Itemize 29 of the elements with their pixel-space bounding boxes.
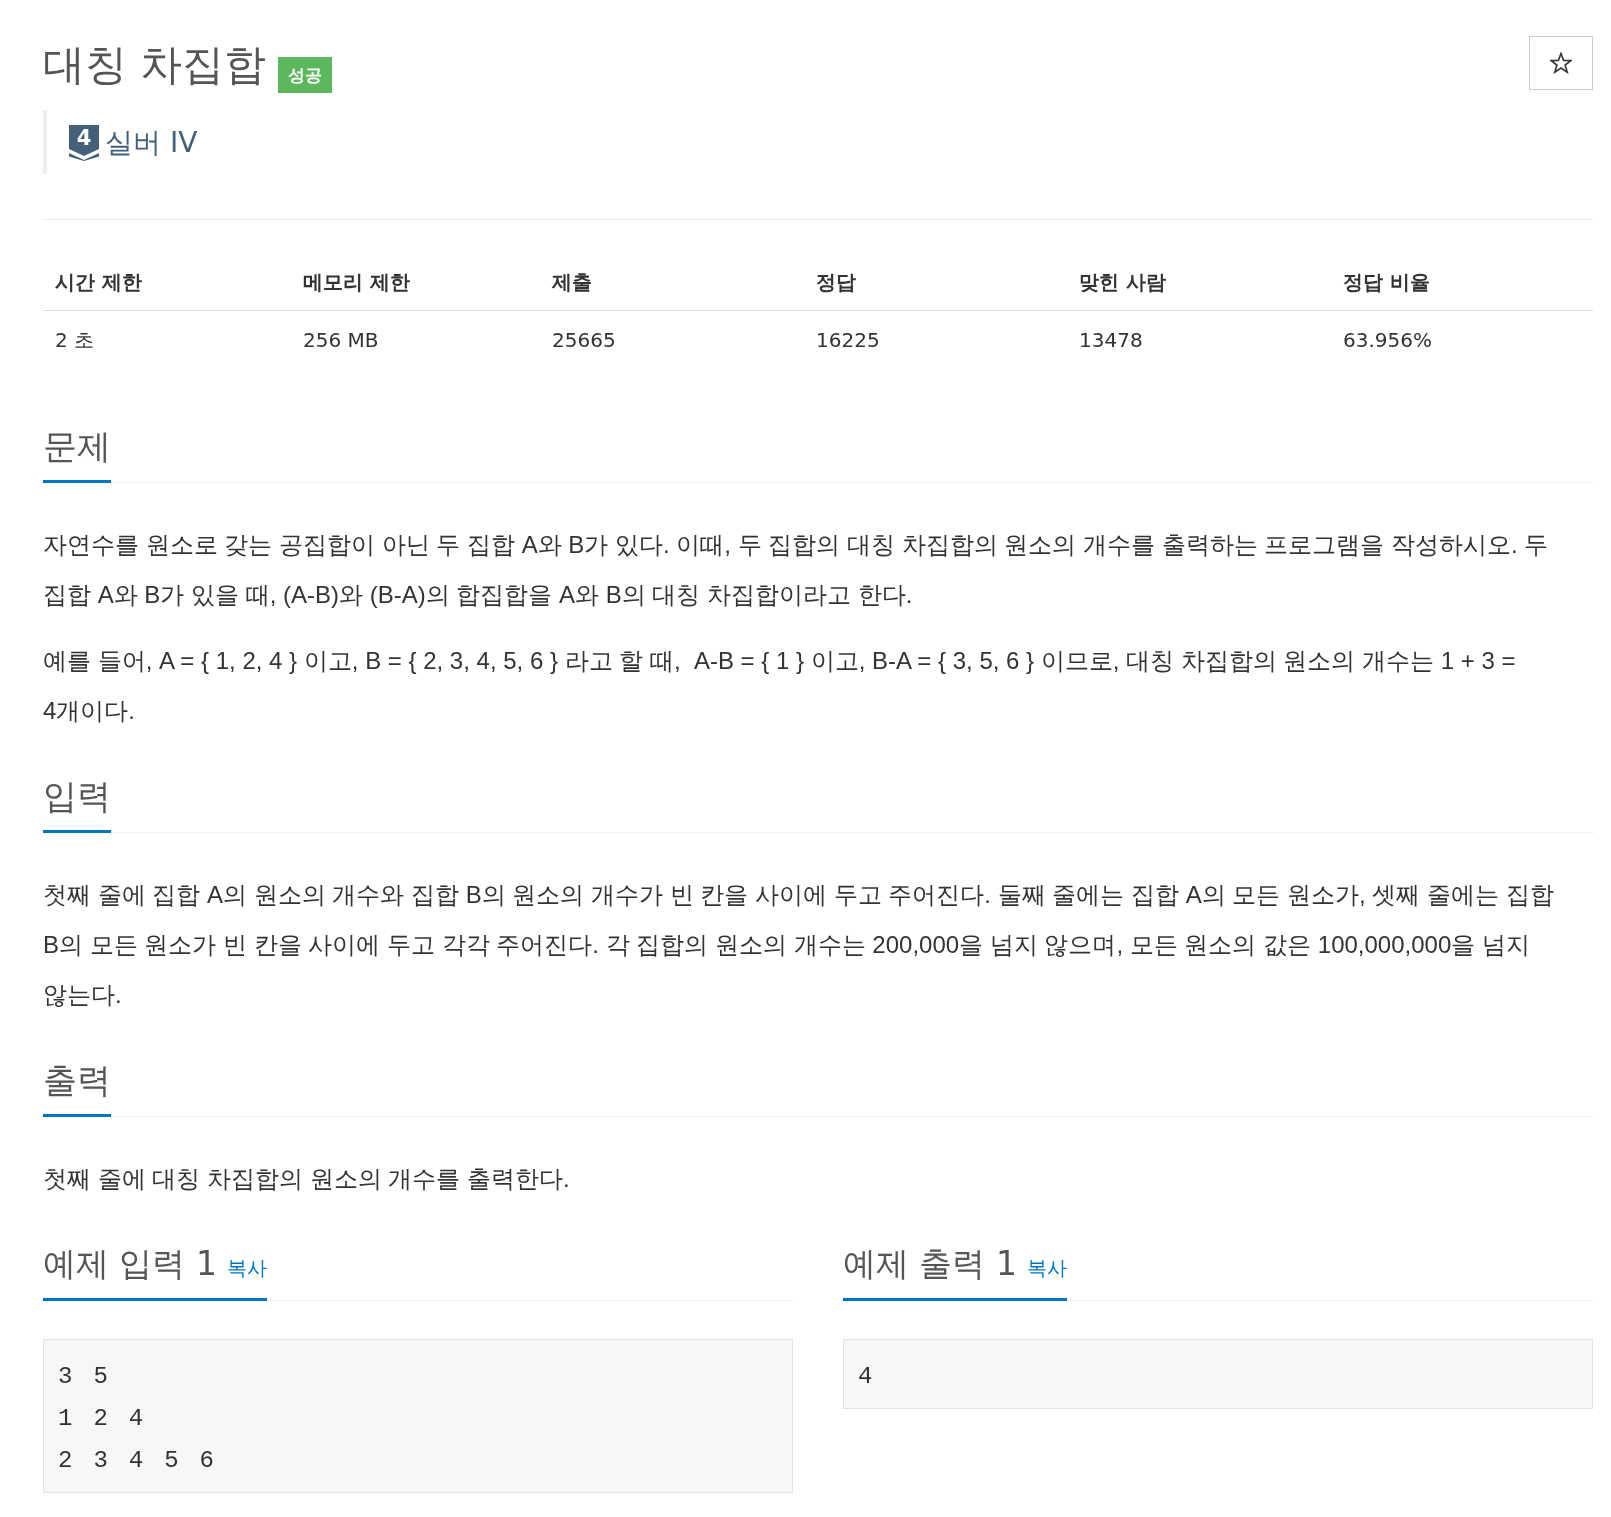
- copy-link[interactable]: 복사: [1027, 1255, 1067, 1282]
- table-header-cell: 메모리 제한: [291, 261, 540, 311]
- section-title: 출력: [43, 1060, 111, 1100]
- favorite-button[interactable]: [1529, 36, 1593, 90]
- result-badge: 성공: [278, 57, 333, 93]
- table-cell-text: 25665: [551, 327, 617, 354]
- sample-title: 예제 출력 1: [843, 1244, 1017, 1284]
- table-header-cell: 시간 제한: [43, 261, 291, 311]
- problem-title: 대칭 차집합: [43, 39, 267, 91]
- sample-code-block: 4: [843, 1339, 1593, 1409]
- table-cell-text: 256 MB: [302, 327, 380, 354]
- tier-label: 실버 IV: [105, 125, 198, 161]
- table-header-cell: 정답: [804, 261, 1067, 311]
- section-title: 입력: [43, 776, 111, 816]
- table-header-cell: 맞힌 사람: [1067, 261, 1331, 311]
- table-cell-text: 16225: [815, 327, 881, 354]
- section-title: 문제: [43, 426, 111, 466]
- table-header-cell: 제출: [540, 261, 804, 311]
- table-header-cell: 정답 비율: [1331, 261, 1593, 311]
- section-paragraph: 첫째 줄에 대칭 차집합의 원소의 개수를 출력한다.: [43, 1164, 571, 1194]
- copy-link[interactable]: 복사: [227, 1255, 267, 1282]
- table-cell-text: 63.956%: [1342, 327, 1433, 354]
- table-cell-text: 2 초: [54, 327, 96, 354]
- section-paragraph: 첫째 줄에 집합 A의 원소의 개수와 집합 B의 원소의 개수가 빈 칸을 사이에 두고 주어진다. 둘째 줄에는 집합 A의 모든 원소가, 셋째 줄에는 집합 B의 모든 원소가 빈 칸을 사이에 두고 각각 주어진다. 각 집합의 원소의 개수는 200,000을 넘지 않으며, 모든 원소의 값은 100,000,000을 넘지 않는다.: [43, 880, 1555, 1010]
- sample-code-block: 3 5 1 2 4 2 3 4 5 6: [43, 1339, 793, 1493]
- section-paragraph: 예를 들어, A = { 1, 2, 4 } 이고, B = { 2, 3, 4, 5, 6 } 라고 할 때, A-B = { 1 } 이고, B-A = { 3, 5, 6 } 이므로, 대칭 차집합의 원소의 개수는 1 + 3 = 4개이다.: [43, 646, 1517, 726]
- section-paragraph: 자연수를 원소로 갖는 공집합이 아닌 두 집합 A와 B가 있다. 이때, 두 집합의 대칭 차집합의 원소의 개수를 출력하는 프로그램을 작성하시오. 두 집합 A와 B가 있을 때, (A-B)와 (B-A)의 합집합을 A와 B의 대칭 차집합이라고 한다.: [43, 530, 1550, 610]
- sample-title: 예제 입력 1: [43, 1244, 217, 1284]
- table-cell-text: 13478: [1078, 327, 1144, 354]
